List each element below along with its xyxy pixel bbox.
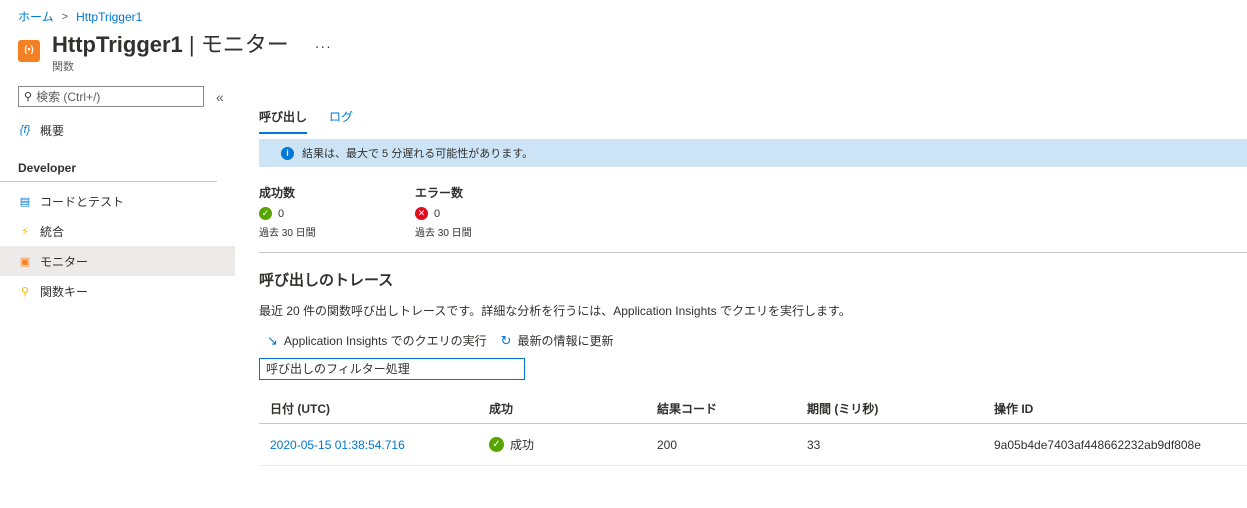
column-header-operation-id[interactable]: 操作 ID bbox=[994, 400, 1247, 417]
sidebar-item-function-keys[interactable]: ⚲ 関数キー bbox=[0, 276, 235, 306]
traces-title: 呼び出しのトレース bbox=[259, 272, 394, 289]
run-query-button[interactable]: ↘ Application Insights でのクエリの実行 bbox=[267, 332, 487, 349]
sidebar-search-input[interactable]: ⚲ 検索 (Ctrl+/) bbox=[18, 86, 204, 107]
filter-invocations-input[interactable] bbox=[259, 358, 525, 380]
column-header-date[interactable]: 日付 (UTC) bbox=[259, 400, 489, 417]
result-code-cell: 200 bbox=[657, 437, 678, 452]
breadcrumb-current-link[interactable]: HttpTrigger1 bbox=[76, 10, 142, 24]
table-header-row: 日付 (UTC) 成功 結果コード 期間 (ミリ秒) 操作 ID bbox=[259, 394, 1247, 424]
page-subtitle: 関数 bbox=[52, 61, 74, 73]
column-header-duration[interactable]: 期間 (ミリ秒) bbox=[807, 400, 994, 417]
key-icon: ⚲ bbox=[20, 285, 30, 298]
info-banner: i 結果は、最大で 5 分遅れる可能性があります。 bbox=[259, 139, 1247, 167]
stat-success: 成功数 ✓ 0 過去 30 日間 bbox=[259, 184, 415, 239]
check-circle-icon: ✓ bbox=[259, 207, 272, 220]
sidebar-item-overview[interactable]: {f} 概要 bbox=[0, 115, 235, 145]
tab-invocations[interactable]: 呼び出し bbox=[259, 108, 308, 134]
traces-toolbar: ↘ Application Insights でのクエリの実行 ↻ 最新の情報に… bbox=[267, 332, 628, 349]
page-title-name: HttpTrigger1 bbox=[52, 32, 183, 57]
refresh-button[interactable]: ↻ 最新の情報に更新 bbox=[501, 332, 614, 349]
search-icon: ⚲ bbox=[24, 91, 33, 103]
code-icon: ▤ bbox=[19, 195, 31, 208]
status-label: 成功 bbox=[510, 438, 535, 452]
duration-cell: 33 bbox=[807, 437, 821, 452]
stat-error-value: 0 bbox=[434, 207, 441, 220]
traces-description: 最近 20 件の関数呼び出しトレースです。詳細な分析を行うには、Applicat… bbox=[259, 304, 851, 318]
breadcrumb: ホーム > HttpTrigger1 bbox=[18, 8, 142, 25]
invocation-date-link[interactable]: 2020-05-15 01:38:54.716 bbox=[259, 438, 489, 452]
sidebar-search-placeholder: 検索 (Ctrl+/) bbox=[36, 90, 101, 104]
sidebar-item-code-test[interactable]: ▤ コードとテスト bbox=[0, 186, 235, 216]
page-title: HttpTrigger1 | モニター bbox=[52, 32, 289, 58]
refresh-label: 最新の情報に更新 bbox=[517, 334, 614, 348]
run-query-label: Application Insights でのクエリの実行 bbox=[283, 334, 487, 348]
breadcrumb-home-link[interactable]: ホーム bbox=[18, 8, 54, 25]
lightning-icon: ⚡ bbox=[21, 225, 29, 238]
page-title-separator: | bbox=[182, 32, 201, 57]
tab-logs[interactable]: ログ bbox=[329, 108, 353, 134]
function-app-icon bbox=[18, 40, 40, 62]
stat-error-title: エラー数 bbox=[415, 186, 464, 200]
divider bbox=[259, 252, 1247, 253]
sidebar-section-developer: Developer bbox=[0, 161, 217, 182]
sidebar-item-label: 概要 bbox=[40, 123, 65, 138]
stat-success-period: 過去 30 日間 bbox=[259, 228, 316, 239]
chart-line-icon: ↘ bbox=[267, 332, 278, 348]
stat-error-period: 過去 30 日間 bbox=[415, 228, 472, 239]
sidebar-item-label: コードとテスト bbox=[40, 194, 125, 209]
page: ホーム > HttpTrigger1 HttpTrigger1 | モニター 関… bbox=[0, 0, 1247, 508]
sidebar-item-label: 関数キー bbox=[40, 284, 89, 299]
check-circle-icon: ✓ bbox=[489, 437, 504, 452]
info-banner-text: 結果は、最大で 5 分遅れる可能性があります。 bbox=[302, 148, 534, 160]
operation-id-cell: 9a05b4de7403af448662232ab9df808e bbox=[994, 437, 1201, 452]
sidebar-item-label: モニター bbox=[40, 254, 89, 269]
table-row: 2020-05-15 01:38:54.716 ✓ 成功 200 33 9a05… bbox=[259, 424, 1247, 466]
tab-bar: 呼び出し ログ bbox=[259, 108, 375, 134]
refresh-icon: ↻ bbox=[500, 332, 512, 348]
sidebar-item-label: 統合 bbox=[40, 224, 65, 239]
stat-success-value: 0 bbox=[278, 207, 285, 220]
status-badge: ✓ 成功 bbox=[489, 436, 657, 453]
error-circle-icon: ✕ bbox=[415, 207, 428, 220]
sidebar: ⚲ 検索 (Ctrl+/) « {f} 概要 Developer ▤ コードとテ… bbox=[0, 86, 235, 306]
traces-table: 日付 (UTC) 成功 結果コード 期間 (ミリ秒) 操作 ID 2020-05… bbox=[259, 394, 1247, 466]
info-icon: i bbox=[281, 146, 294, 160]
sidebar-item-monitor[interactable]: ▣ モニター bbox=[0, 246, 235, 276]
main-content: 呼び出し ログ i 結果は、最大で 5 分遅れる可能性があります。 成功数 ✓ … bbox=[259, 0, 1247, 508]
monitor-icon: ▣ bbox=[19, 255, 31, 268]
function-icon: {f} bbox=[19, 124, 31, 136]
stats: 成功数 ✓ 0 過去 30 日間 エラー数 ✕ 0 過去 30 日間 bbox=[259, 184, 571, 239]
chevron-right-icon: > bbox=[61, 10, 69, 23]
column-header-result-code[interactable]: 結果コード bbox=[657, 400, 807, 417]
collapse-sidebar-button[interactable]: « bbox=[216, 89, 224, 105]
stat-error: エラー数 ✕ 0 過去 30 日間 bbox=[415, 184, 571, 239]
column-header-success[interactable]: 成功 bbox=[489, 400, 657, 417]
sidebar-item-integration[interactable]: ⚡ 統合 bbox=[0, 216, 235, 246]
stat-success-title: 成功数 bbox=[259, 186, 296, 200]
